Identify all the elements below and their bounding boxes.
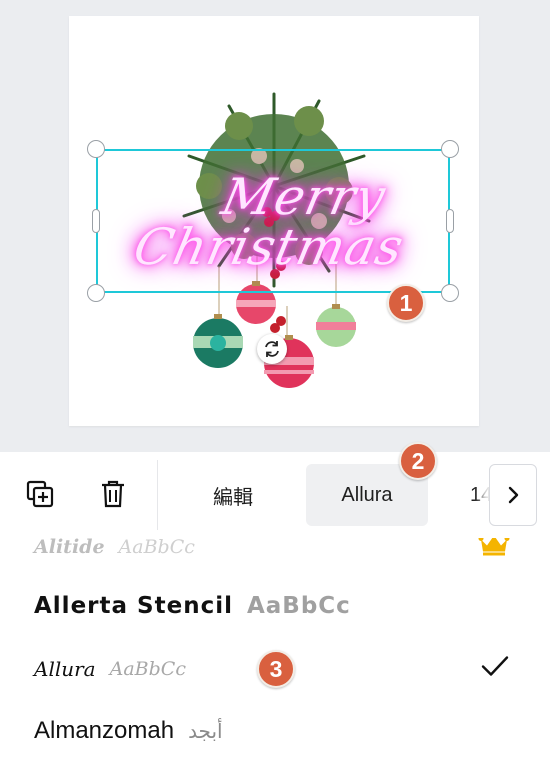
duplicate-icon <box>26 480 54 508</box>
font-item-alitide[interactable]: Alitide AaBbCc <box>34 538 520 575</box>
resize-handle-bottom-right[interactable] <box>441 284 459 302</box>
ornament-teal <box>193 318 243 368</box>
toolbar-scroll-next-button[interactable] <box>489 464 537 526</box>
font-item-name: Alitide <box>34 538 105 558</box>
delete-button[interactable] <box>96 477 130 511</box>
font-item-name: Almanzomah <box>34 717 175 744</box>
font-item-name: Allerta Stencil <box>34 593 233 619</box>
tab-edit[interactable]: 編輯 <box>190 464 276 526</box>
crown-icon <box>478 538 510 563</box>
resize-handle-left[interactable] <box>92 209 100 233</box>
font-item-sample: أبجد <box>188 719 223 743</box>
selection-frame[interactable] <box>96 149 450 293</box>
font-item-sample: AaBbCc <box>118 538 195 558</box>
font-item-name: Allura <box>34 657 96 681</box>
rotate-handle[interactable] <box>257 334 287 364</box>
rotate-icon <box>265 341 279 357</box>
font-item-allerta-stencil[interactable]: Allerta Stencil AaBbCc <box>34 578 520 634</box>
toolbar-divider <box>157 460 158 530</box>
resize-handle-right[interactable] <box>446 209 454 233</box>
ornament-green <box>316 307 356 347</box>
font-list: Alitide AaBbCc Allerta Stencil AaBbCc Al… <box>0 538 550 765</box>
text-toolbar: 編輯 Allura 14.3pt 2 <box>0 442 550 539</box>
step-badge-3: 3 <box>257 650 295 688</box>
resize-handle-bottom-left[interactable] <box>87 284 105 302</box>
design-canvas-area: Merry Christmas 1 <box>0 0 550 452</box>
font-item-almanzomah[interactable]: Almanzomah أبجد <box>34 703 520 759</box>
duplicate-button[interactable] <box>23 477 57 511</box>
step-badge-1: 1 <box>387 284 425 322</box>
font-item-sample: AaBbCc <box>109 658 186 680</box>
step-badge-2: 2 <box>399 442 437 480</box>
checkmark-icon <box>480 655 510 684</box>
resize-handle-top-right[interactable] <box>441 140 459 158</box>
trash-icon <box>102 480 124 508</box>
resize-handle-top-left[interactable] <box>87 140 105 158</box>
font-item-sample: AaBbCc <box>246 593 351 619</box>
chevron-right-icon <box>508 486 519 504</box>
